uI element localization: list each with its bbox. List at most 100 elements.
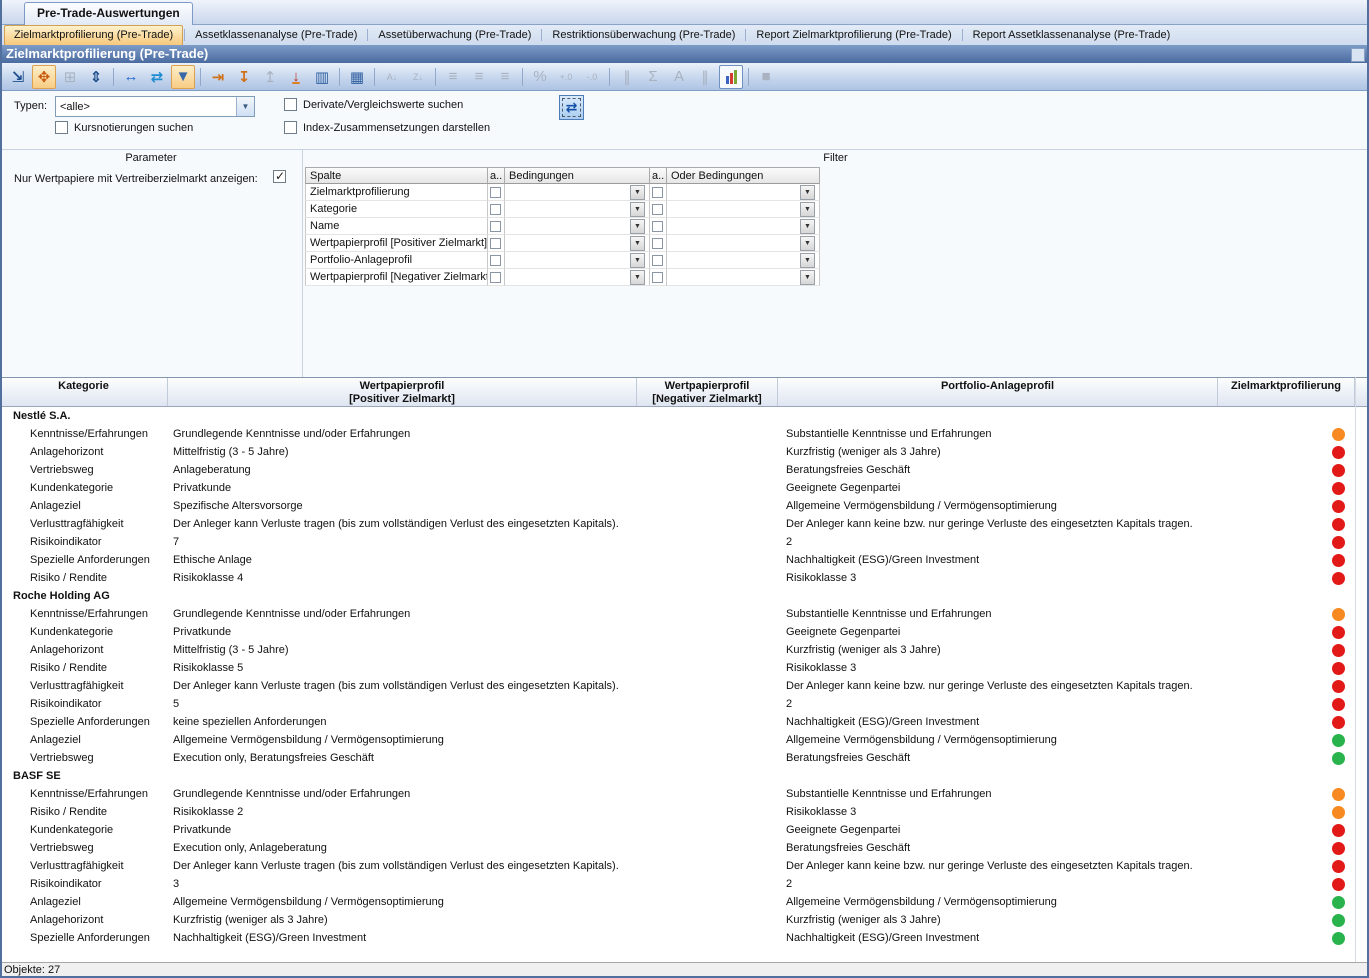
table-row[interactable]: Risikoindikator72 [0, 533, 1369, 551]
column-header-zielmarktprofilierung[interactable]: Zielmarktprofilierung [1218, 378, 1355, 406]
fit-width-icon[interactable]: ↔ [119, 65, 143, 89]
oder-bedingungen-dropdown-button[interactable]: ▼ [800, 219, 815, 234]
filter-row-spalte[interactable]: Zielmarktprofilierung [305, 184, 488, 201]
align-center-icon: ≡ [467, 65, 491, 89]
chevron-down-icon[interactable]: ▼ [236, 97, 254, 116]
group-row[interactable]: Nestlé S.A. [0, 407, 1369, 425]
index-checkbox[interactable] [284, 121, 297, 134]
and-checkbox[interactable] [490, 204, 501, 215]
table-row[interactable]: Risikoindikator32 [0, 875, 1369, 893]
table-row[interactable]: VertriebswegAnlageberatungBeratungsfreie… [0, 461, 1369, 479]
column-header-portfolio-anlageprofil[interactable]: Portfolio-Anlageprofil [778, 378, 1218, 406]
table-row[interactable]: VerlusttragfähigkeitDer Anleger kann Ver… [0, 857, 1369, 875]
filter-col-oder[interactable]: Oder Bedingungen [667, 167, 820, 184]
table-row[interactable]: Risiko / RenditeRisikoklasse 2Risikoklas… [0, 803, 1369, 821]
oder-bedingungen-dropdown-button[interactable]: ▼ [800, 270, 815, 285]
panel-collapse-button[interactable] [1351, 48, 1365, 62]
oder-bedingungen-dropdown-button[interactable]: ▼ [800, 185, 815, 200]
column-header-wertpapierprofil-negativ[interactable]: Wertpapierprofil [Negativer Zielmarkt] [637, 378, 778, 406]
table-row[interactable]: Kenntnisse/ErfahrungenGrundlegende Kennt… [0, 425, 1369, 443]
table-row[interactable]: Kenntnisse/ErfahrungenGrundlegende Kennt… [0, 785, 1369, 803]
tab-report-assetklassenanalyse[interactable]: Report Assetklassenanalyse (Pre-Trade) [964, 25, 1180, 45]
cell-wertpapierprofil-positiv: 7 [168, 536, 637, 548]
table-row[interactable]: VerlusttragfähigkeitDer Anleger kann Ver… [0, 515, 1369, 533]
goto-first-icon[interactable]: ⇥ [206, 65, 230, 89]
bedingungen-dropdown-button[interactable]: ▼ [630, 219, 645, 234]
fit-height-icon[interactable]: ⇕ [84, 65, 108, 89]
typen-select[interactable]: <alle> ▼ [55, 96, 255, 117]
drilldown-icon[interactable]: ▥ [310, 65, 334, 89]
oder-bedingungen-dropdown-button[interactable]: ▼ [800, 253, 815, 268]
columns-filter-icon[interactable]: ▦ [345, 65, 369, 89]
tab-zielmarktprofilierung[interactable]: Zielmarktprofilierung (Pre-Trade) [4, 25, 183, 45]
or-checkbox[interactable] [652, 221, 663, 232]
table-row[interactable]: KundenkategoriePrivatkundeGeeignete Gege… [0, 821, 1369, 839]
tab-assetklassenanalyse[interactable]: Assetklassenanalyse (Pre-Trade) [186, 25, 366, 45]
import-data-icon[interactable]: ⇲ [6, 65, 30, 89]
fit-to-window-icon[interactable]: ✥ [32, 65, 56, 89]
and-checkbox[interactable] [490, 272, 501, 283]
filter-row-spalte[interactable]: Wertpapierprofil [Positiver Zielmarkt] [305, 235, 488, 252]
table-row[interactable]: VertriebswegExecution only, Anlageberatu… [0, 839, 1369, 857]
filter-row-spalte[interactable]: Kategorie [305, 201, 488, 218]
or-checkbox[interactable] [652, 187, 663, 198]
chart-icon[interactable] [719, 65, 743, 89]
or-checkbox[interactable] [652, 204, 663, 215]
column-header-kategorie[interactable]: Kategorie [0, 378, 168, 406]
table-row[interactable]: Kenntnisse/ErfahrungenGrundlegende Kennt… [0, 605, 1369, 623]
and-checkbox[interactable] [490, 238, 501, 249]
group-row[interactable]: BASF SE [0, 767, 1369, 785]
filter-col-and1[interactable]: a.. [488, 167, 505, 184]
filter-row-spalte[interactable]: Name [305, 218, 488, 235]
bedingungen-dropdown-button[interactable]: ▼ [630, 236, 645, 251]
filter-col-spalte[interactable]: Spalte [305, 167, 488, 184]
tab-pre-trade-auswertungen[interactable]: Pre-Trade-Auswertungen [24, 2, 193, 25]
column-header-wertpapierprofil-positiv[interactable]: Wertpapierprofil [Positiver Zielmarkt] [168, 378, 637, 406]
table-row[interactable]: AnlagehorizontKurzfristig (weniger als 3… [0, 911, 1369, 929]
tab-report-zielmarktprofilierung[interactable]: Report Zielmarktprofilierung (Pre-Trade) [747, 25, 960, 45]
filter-col-bedingungen[interactable]: Bedingungen [505, 167, 650, 184]
filter-row-spalte[interactable]: Portfolio-Anlageprofil [305, 252, 488, 269]
table-row[interactable]: Spezielle AnforderungenEthische AnlageNa… [0, 551, 1369, 569]
and-checkbox[interactable] [490, 187, 501, 198]
execute-refresh-button[interactable]: ⇄ [559, 95, 584, 120]
table-row[interactable]: Risiko / RenditeRisikoklasse 4Risikoklas… [0, 569, 1369, 587]
group-row[interactable]: Roche Holding AG [0, 587, 1369, 605]
table-row[interactable]: Spezielle Anforderungenkeine speziellen … [0, 713, 1369, 731]
table-row[interactable]: VertriebswegExecution only, Beratungsfre… [0, 749, 1369, 767]
bedingungen-dropdown-button[interactable]: ▼ [630, 253, 645, 268]
jump-down-icon[interactable]: ↓ [284, 65, 308, 89]
table-row[interactable]: AnlagehorizontMittelfristig (3 - 5 Jahre… [0, 443, 1369, 461]
cell-portfolio-anlageprofil: Nachhaltigkeit (ESG)/Green Investment [778, 932, 1218, 944]
table-row[interactable]: Risiko / RenditeRisikoklasse 5Risikoklas… [0, 659, 1369, 677]
table-row[interactable]: KundenkategoriePrivatkundeGeeignete Gege… [0, 479, 1369, 497]
kursnotierungen-checkbox[interactable] [55, 121, 68, 134]
table-row[interactable]: Spezielle AnforderungenNachhaltigkeit (E… [0, 929, 1369, 947]
bedingungen-dropdown-button[interactable]: ▼ [630, 202, 645, 217]
filter-row-spalte[interactable]: Wertpapierprofil [Negativer Zielmarkt] [305, 269, 488, 286]
vertreiber-checkbox[interactable] [273, 170, 286, 183]
oder-bedingungen-dropdown-button[interactable]: ▼ [800, 236, 815, 251]
refresh-view-icon[interactable]: ⇄ [145, 65, 169, 89]
filter-col-and2[interactable]: a.. [650, 167, 667, 184]
table-row[interactable]: AnlagezielAllgemeine Vermögensbildung / … [0, 893, 1369, 911]
oder-bedingungen-dropdown-button[interactable]: ▼ [800, 202, 815, 217]
table-row[interactable]: VerlusttragfähigkeitDer Anleger kann Ver… [0, 677, 1369, 695]
filter-icon[interactable]: ▼ [171, 65, 195, 89]
tab-restriktionsueberwachung[interactable]: Restriktionsüberwachung (Pre-Trade) [543, 25, 744, 45]
table-row[interactable]: AnlagezielAllgemeine Vermögensbildung / … [0, 731, 1369, 749]
table-row[interactable]: KundenkategoriePrivatkundeGeeignete Gege… [0, 623, 1369, 641]
derivate-checkbox[interactable] [284, 98, 297, 111]
tab-assetueberwachung[interactable]: Assetüberwachung (Pre-Trade) [369, 25, 540, 45]
and-checkbox[interactable] [490, 221, 501, 232]
table-row[interactable]: Risikoindikator52 [0, 695, 1369, 713]
goto-next-icon[interactable]: ↧ [232, 65, 256, 89]
or-checkbox[interactable] [652, 255, 663, 266]
table-row[interactable]: AnlagehorizontMittelfristig (3 - 5 Jahre… [0, 641, 1369, 659]
table-row[interactable]: AnlagezielSpezifische AltersvorsorgeAllg… [0, 497, 1369, 515]
and-checkbox[interactable] [490, 255, 501, 266]
or-checkbox[interactable] [652, 272, 663, 283]
bedingungen-dropdown-button[interactable]: ▼ [630, 185, 645, 200]
or-checkbox[interactable] [652, 238, 663, 249]
bedingungen-dropdown-button[interactable]: ▼ [630, 270, 645, 285]
